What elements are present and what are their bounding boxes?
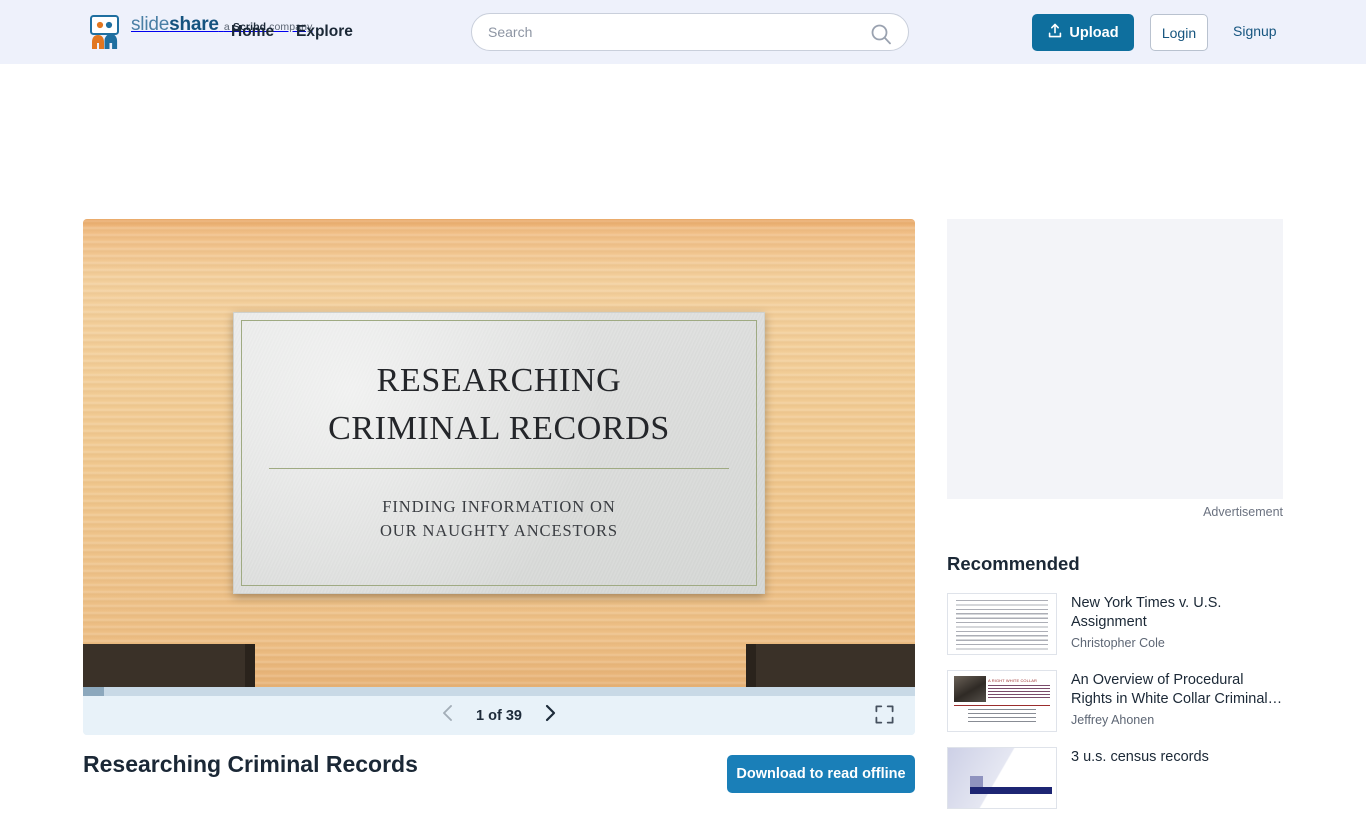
ribbon-notch-right [746,644,756,687]
slide-ribbon-left [83,644,255,687]
recommended-thumbnail[interactable] [947,593,1057,655]
recommended-title[interactable]: An Overview of Procedural Rights in Whit… [1071,671,1283,710]
thumbnail-body-lines [988,685,1050,699]
nav-item-explore[interactable]: Explore [296,23,353,41]
search-bar[interactable] [471,13,909,51]
slide-plaque: RESEARCHING CRIMINAL RECORDS FINDING INF… [233,312,765,594]
slide-subtitle-line-1: FINDING INFORMATION ON [382,496,616,516]
slide-ribbon-right [746,644,915,687]
search-input[interactable] [488,15,858,49]
census-slide-bar [970,787,1052,794]
nav-item-home[interactable]: Home [231,23,274,41]
thumbnail-heading-text: A RIGHT WHITE COLLAR [988,678,1038,683]
thumbnail-rule [954,705,1050,706]
next-slide-button[interactable] [542,704,558,727]
document-text-lines [956,600,1048,650]
census-slide-block [970,776,983,787]
recommended-author: Christopher Cole [1071,635,1165,650]
slide-divider-rule [269,467,729,469]
census-slide-background [948,748,1056,808]
thumbnail-footer-lines [968,709,1036,725]
deck-title: Researching Criminal Records [83,751,418,777]
site-header: slideshare a Scribd company Home Explore… [0,0,1366,64]
recommended-heading: Recommended [947,553,1080,574]
page-indicator: 1 of 39 [476,707,522,724]
list-item[interactable]: A RIGHT WHITE COLLAR An Overview of Proc… [947,670,1283,732]
signup-link[interactable]: Signup [1233,23,1277,39]
slideshare-logo[interactable]: slideshare a Scribd company [86,14,312,50]
recommended-title[interactable]: New York Times v. U.S. Assignment [1071,594,1283,633]
upload-button-label: Upload [1069,24,1119,41]
recommended-thumbnail[interactable] [947,747,1057,809]
download-button[interactable]: Download to read offline [727,755,915,793]
advertisement-label: Advertisement [1203,505,1283,519]
slide-title-line-2: CRIMINAL RECORDS [328,410,670,448]
logo-word-slide: slide [131,14,170,35]
recommended-title[interactable]: 3 u.s. census records [1071,748,1209,767]
slide-player[interactable]: RESEARCHING CRIMINAL RECORDS FINDING INF… [83,219,915,735]
recommended-author: Jeffrey Ahonen [1071,712,1155,727]
slide-progress-fill [83,687,104,696]
upload-icon [1047,23,1063,43]
recommended-list: New York Times v. U.S. Assignment Christ… [947,593,1283,824]
slide-canvas[interactable]: RESEARCHING CRIMINAL RECORDS FINDING INF… [83,219,915,687]
slide-title-line-1: RESEARCHING [376,362,622,400]
recommended-thumbnail[interactable]: A RIGHT WHITE COLLAR [947,670,1057,732]
previous-slide-button[interactable] [440,704,456,727]
slide-subtitle-line-2: OUR NAUGHTY ANCESTORS [379,520,618,540]
search-icon[interactable] [870,23,892,50]
slide-controls-bar: 1 of 39 [83,696,915,735]
slideshare-logo-text: slideshare a Scribd company [131,14,312,35]
upload-button[interactable]: Upload [1032,14,1134,51]
login-button[interactable]: Login [1150,14,1208,51]
list-item[interactable]: New York Times v. U.S. Assignment Christ… [947,593,1283,655]
fullscreen-button[interactable] [875,705,894,729]
advertisement-slot [947,219,1283,499]
logo-word-share: share [169,14,219,35]
slide-progress-bar[interactable] [83,687,915,696]
handcuffs-photo [954,676,986,702]
slide-text-block: RESEARCHING CRIMINAL RECORDS FINDING INF… [234,313,764,593]
ribbon-notch-left [245,644,255,687]
slideshare-logo-icon [86,14,124,50]
list-item[interactable]: 3 u.s. census records [947,747,1283,809]
